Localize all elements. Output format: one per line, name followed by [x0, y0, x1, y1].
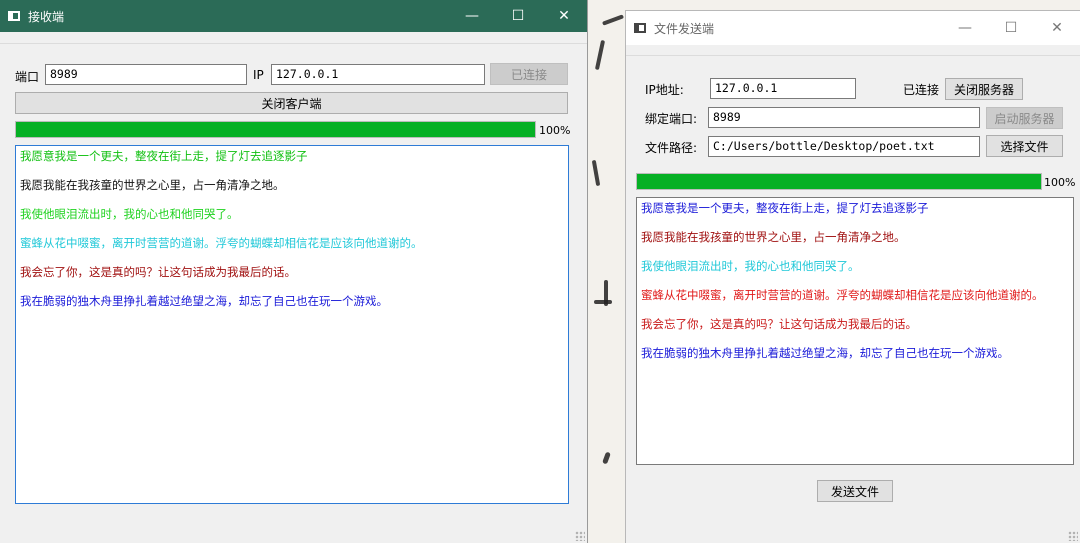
- receiver-message-line: 我会忘了你，这是真的吗？让这句话成为我最后的话。: [20, 265, 296, 279]
- close-client-button[interactable]: 关闭客户端: [15, 92, 568, 114]
- port-input[interactable]: 8989: [45, 64, 247, 85]
- receiver-message-line: 我使他眼泪流出时，我的心也和他同哭了。: [20, 207, 239, 221]
- connect-button[interactable]: 已连接: [490, 63, 568, 85]
- ip-address-label: IP地址:: [645, 83, 684, 97]
- sender-title: 文件发送端: [654, 21, 715, 36]
- maximize-icon[interactable]: ☐: [988, 11, 1034, 45]
- app-window-icon: [634, 23, 646, 33]
- maximize-icon[interactable]: ☐: [495, 0, 541, 32]
- ip-address-input[interactable]: 127.0.0.1: [710, 78, 856, 99]
- menu-bar: [626, 45, 1080, 56]
- receive-text-area[interactable]: 我愿意我是一个更夫，整夜在街上走，提了灯去追逐影子 我愿我能在我孩童的世界之心里，…: [15, 145, 569, 504]
- ip-label: IP: [253, 68, 264, 82]
- bind-port-label: 绑定端口:: [645, 112, 698, 126]
- minimize-icon[interactable]: —: [449, 0, 495, 32]
- file-path-input[interactable]: C:/Users/bottle/Desktop/poet.txt: [708, 136, 980, 157]
- connection-status: 已连接: [903, 83, 940, 97]
- receiver-message-line: 我在脆弱的独木舟里挣扎着越过绝望之海，却忘了自己也在玩一个游戏。: [20, 294, 388, 308]
- sender-message-line: 我愿我能在我孩童的世界之心里，占一角清净之地。: [641, 230, 906, 244]
- ip-input[interactable]: 127.0.0.1: [271, 64, 485, 85]
- send-progress-fill: [637, 174, 1041, 189]
- app-window-icon: [8, 11, 20, 21]
- receiver-message-line: 我愿我能在我孩童的世界之心里，占一角清净之地。: [20, 178, 285, 192]
- close-icon[interactable]: ✕: [1034, 11, 1080, 45]
- receive-progress-bar: [15, 121, 536, 138]
- receiver-message-line: 我愿意我是一个更夫，整夜在街上走，提了灯去追逐影子: [20, 149, 308, 163]
- sender-window: 文件发送端 — ☐ ✕ IP地址: 127.0.0.1 已连接 关闭服务器 绑定…: [625, 10, 1080, 543]
- choose-file-button[interactable]: 选择文件: [986, 135, 1063, 157]
- minimize-icon[interactable]: —: [942, 11, 988, 45]
- resize-grip-icon[interactable]: [1068, 531, 1078, 541]
- menu-bar: [0, 33, 587, 44]
- port-label: 端口: [15, 70, 40, 84]
- file-path-label: 文件路径:: [645, 141, 698, 155]
- send-text-area[interactable]: 我愿意我是一个更夫，整夜在街上走，提了灯去追逐影子 我愿我能在我孩童的世界之心里，…: [636, 197, 1074, 465]
- sender-message-line: 我使他眼泪流出时，我的心也和他同哭了。: [641, 259, 860, 273]
- start-server-button[interactable]: 启动服务器: [986, 107, 1063, 129]
- close-server-button[interactable]: 关闭服务器: [945, 78, 1023, 100]
- sender-message-line: 我愿意我是一个更夫，整夜在街上走，提了灯去追逐影子: [641, 201, 929, 215]
- send-progress-bar: [636, 173, 1042, 190]
- bind-port-input[interactable]: 8989: [708, 107, 980, 128]
- receiver-message-line: 蜜蜂从花中啜蜜，离开时营营的道谢。浮夸的蝴蝶却相信花是应该向他道谢的。: [20, 236, 423, 250]
- receive-progress-fill: [16, 122, 535, 137]
- receiver-title: 接收端: [28, 9, 65, 24]
- close-icon[interactable]: ✕: [541, 0, 587, 32]
- receiver-titlebar[interactable]: 接收端 — ☐ ✕: [0, 0, 587, 32]
- send-progress-text: 100%: [1044, 176, 1076, 189]
- sender-titlebar[interactable]: 文件发送端 — ☐ ✕: [626, 11, 1080, 45]
- sender-message-line: 我会忘了你，这是真的吗？让这句话成为我最后的话。: [641, 317, 917, 331]
- receiver-window: 接收端 — ☐ ✕ 端口 8989 IP 127.0.0.1 已连接 关闭客户端…: [0, 0, 588, 543]
- receive-progress-text: 100%: [539, 124, 571, 137]
- sender-message-line: 蜜蜂从花中啜蜜，离开时营营的道谢。浮夸的蝴蝶却相信花是应该向他道谢的。: [641, 288, 1044, 302]
- send-file-button[interactable]: 发送文件: [817, 480, 893, 502]
- resize-grip-icon[interactable]: [575, 531, 585, 541]
- sender-message-line: 我在脆弱的独木舟里挣扎着越过绝望之海，却忘了自己也在玩一个游戏。: [641, 346, 1009, 360]
